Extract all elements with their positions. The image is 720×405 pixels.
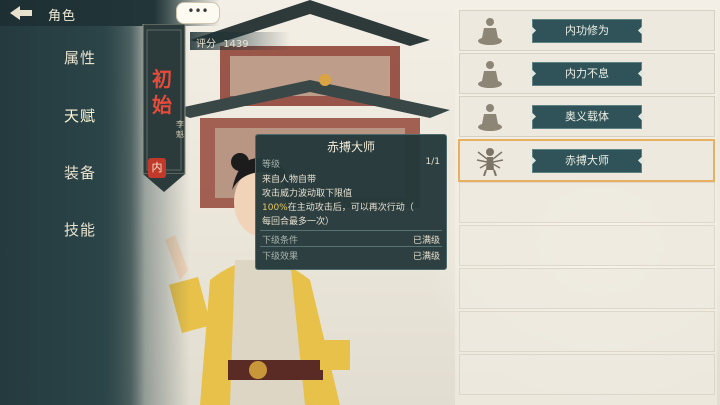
meditating-figure-icon (478, 61, 502, 88)
meditating-figure-icon (478, 18, 502, 45)
talent-row-neigong[interactable]: 内功修为 (459, 10, 715, 51)
meditating-figure-icon (478, 104, 502, 131)
talent-label: 赤搏大师 (532, 149, 642, 173)
tooltip-source: 来自人物自带 (262, 175, 317, 185)
game-screen: 角色 属性 天赋 装备 技能 初始 李魁 内 ••• 评分 1439 赤搏大师 … (0, 0, 720, 405)
empty-talent-slot (459, 182, 715, 223)
tooltip-next-effect-label: 下级效果 (262, 252, 299, 262)
multi-armed-figure-icon (476, 148, 504, 176)
tooltip-desc-3: 每回合最多一次） (262, 217, 335, 227)
talent-tooltip: 赤搏大师 等级 1/1 来自人物自带 攻击威力波动取下限值 100%在主动攻击后… (255, 134, 447, 270)
talent-label: 奥义载体 (532, 105, 642, 129)
tooltip-desc-1: 攻击威力波动取下限值 (262, 189, 353, 199)
talent-label: 内力不息 (532, 62, 642, 86)
tooltip-next-condition-value: 已满级 (412, 236, 440, 246)
empty-talent-slot (459, 311, 715, 352)
tooltip-next-effect-value: 已满级 (412, 252, 440, 262)
talent-row-neili[interactable]: 内力不息 (459, 53, 715, 94)
faction-seal: 内 (148, 158, 166, 178)
score-label: 评分 (196, 39, 216, 50)
tooltip-divider (260, 246, 442, 247)
tooltip-next-condition-label: 下级条件 (262, 236, 299, 246)
talent-row-chibo-selected[interactable]: 赤搏大师 (458, 139, 715, 182)
talent-row-aoyi[interactable]: 奥义载体 (459, 96, 715, 137)
character-name: 李魁 (176, 120, 184, 139)
score-value: 1439 (223, 39, 249, 50)
empty-talent-slot (459, 225, 715, 266)
empty-talent-slot (459, 268, 715, 309)
back-button[interactable] (6, 3, 36, 23)
menu-item-talents[interactable]: 天赋 (64, 105, 124, 126)
page-title: 角色 (48, 9, 77, 24)
tooltip-desc-2: 100%在主动攻击后，可以再次行动（ (262, 200, 414, 213)
tooltip-desc-highlight: 100% (262, 203, 288, 213)
chat-bubble-button[interactable]: ••• (176, 2, 220, 24)
menu-item-skills[interactable]: 技能 (64, 219, 124, 240)
tooltip-level-label: 等级 (262, 160, 281, 170)
tooltip-desc-2-text: 在主动攻击后，可以再次行动（ (287, 203, 414, 213)
talent-label: 内功修为 (532, 19, 642, 43)
tooltip-level-value: 1/1 (425, 157, 440, 167)
tooltip-title: 赤搏大师 (326, 140, 375, 154)
score-display: 评分 1439 (196, 35, 249, 50)
tooltip-divider (260, 230, 442, 231)
menu-item-equipment[interactable]: 装备 (64, 162, 124, 183)
banner-title: 初始 (152, 67, 172, 117)
menu-item-attributes[interactable]: 属性 (64, 47, 124, 68)
back-arrow-icon (10, 6, 32, 20)
empty-talent-slot (459, 354, 715, 395)
